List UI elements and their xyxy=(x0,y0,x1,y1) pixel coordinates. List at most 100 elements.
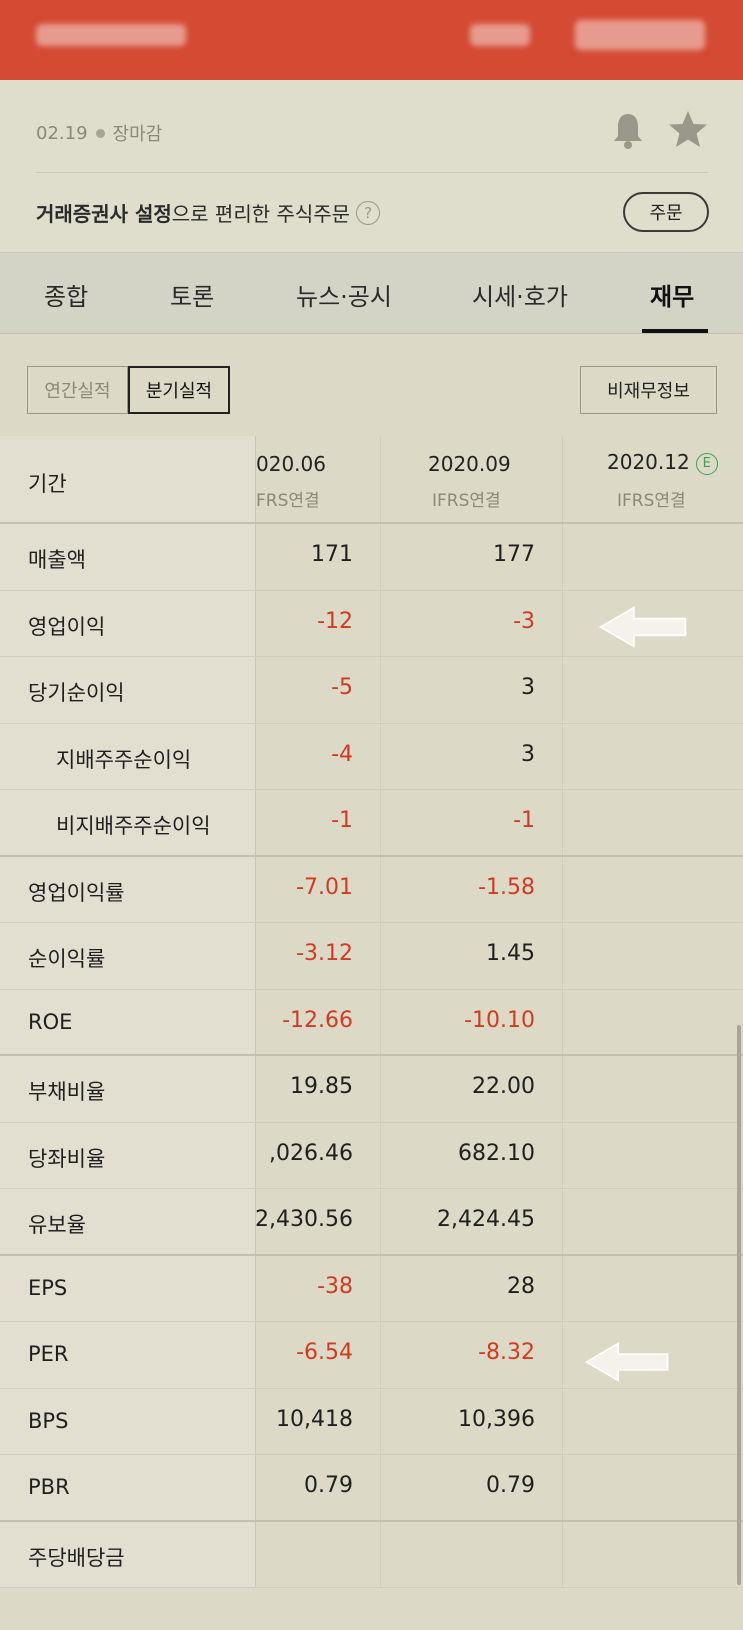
table-row: 비지배주주순이익 -1 -1 xyxy=(0,790,743,857)
top-bar xyxy=(0,0,743,80)
arrow-annotation-icon xyxy=(598,606,687,648)
nonfinancial-info-button[interactable]: 비재무정보 xyxy=(580,366,717,414)
table-row: 지배주주순이익 -4 3 xyxy=(0,723,743,790)
scrollbar[interactable] xyxy=(737,1025,741,1585)
cell-value: -1 xyxy=(513,808,535,833)
column-sub: IFRS연결 xyxy=(617,491,686,511)
row-label: PER xyxy=(28,1342,69,1366)
table-row: 부채비율 19.85 22.00 xyxy=(0,1056,743,1123)
column-date: 020.06 xyxy=(256,452,326,476)
cell-value: -1.58 xyxy=(478,874,535,900)
row-label: 유보율 xyxy=(28,1213,86,1237)
table-header-row: 기간 020.06 FRS연결 2020.09 IFRS연결 2020.12 E … xyxy=(0,436,743,524)
cell-value: -3 xyxy=(513,608,535,634)
table-row: EPS -38 28 xyxy=(0,1255,743,1322)
market-status: 장마감 xyxy=(112,124,163,145)
cell-value: 2,424.45 xyxy=(437,1207,535,1232)
cell-value: -38 xyxy=(317,1273,353,1299)
tab-bar: 종합 토론 뉴스·공시 시세·호가 재무 xyxy=(0,252,743,334)
row-label: 비지배주주순이익 xyxy=(56,814,211,838)
cell-value: -10.10 xyxy=(464,1007,535,1033)
cell-value: -8.32 xyxy=(478,1340,535,1365)
tab-discussion[interactable]: 토론 xyxy=(170,277,214,312)
row-label: 지배주주순이익 xyxy=(56,747,192,772)
broker-setting-strong: 거래증권사 설정 xyxy=(36,202,172,226)
period-label: 기간 xyxy=(28,472,67,496)
table-row: 매출액 171 177 xyxy=(0,524,743,591)
cell-value: -6.54 xyxy=(296,1340,353,1365)
tab-financials[interactable]: 재무 xyxy=(650,277,694,312)
header-divider xyxy=(36,172,708,173)
cell-value: 2,430.56 xyxy=(255,1207,353,1232)
table-row: 당기순이익 -5 3 xyxy=(0,657,743,724)
tab-news[interactable]: 뉴스·공시 xyxy=(296,277,392,312)
row-label: 영업이익률 xyxy=(28,880,125,905)
active-tab-indicator xyxy=(642,329,708,333)
column-date: 2020.12 E xyxy=(607,450,718,475)
table-row: 주당배당금 xyxy=(0,1521,743,1588)
cell-value: -7.01 xyxy=(296,874,353,900)
cell-value: 19.85 xyxy=(290,1074,353,1099)
tab-summary[interactable]: 종합 xyxy=(44,277,88,312)
table-row: ROE -12.66 -10.10 xyxy=(0,989,743,1056)
cell-value: 3 xyxy=(521,675,535,700)
cell-value: 3 xyxy=(521,741,535,767)
cell-value: 28 xyxy=(507,1273,535,1299)
row-label: 매출액 xyxy=(28,548,86,572)
table-row: 당좌비율 ,026.46 682.10 xyxy=(0,1122,743,1189)
broker-setting-text: 으로 편리한 주식주문 xyxy=(171,202,351,226)
cell-value: -1 xyxy=(331,808,353,833)
cell-value: 10,396 xyxy=(458,1406,535,1432)
table-row: 순이익률 -3.12 1.45 xyxy=(0,923,743,990)
tab-quotes[interactable]: 시세·호가 xyxy=(472,277,568,312)
column-sub: FRS연결 xyxy=(256,491,320,511)
help-icon[interactable]: ? xyxy=(356,200,381,225)
row-label: 당좌비율 xyxy=(28,1146,106,1171)
cell-value: 171 xyxy=(311,542,353,567)
table-row: PBR 0.79 0.79 xyxy=(0,1455,743,1522)
row-label: BPS xyxy=(28,1408,69,1433)
status-dot xyxy=(95,128,105,138)
cell-value: 1.45 xyxy=(486,941,535,966)
row-label: 영업이익 xyxy=(28,614,106,639)
cell-value: -5 xyxy=(331,675,353,700)
star-icon[interactable] xyxy=(666,108,710,152)
broker-setting-link[interactable]: 거래증권사 설정 으로 편리한 주식주문 ? xyxy=(36,198,381,227)
blurred-title xyxy=(36,24,186,46)
order-button[interactable]: 주문 xyxy=(623,192,709,232)
row-label: 주당배당금 xyxy=(28,1545,125,1570)
cell-value: 682.10 xyxy=(458,1140,535,1166)
row-label: EPS xyxy=(28,1275,68,1300)
quarterly-results-toggle[interactable]: 분기실적 xyxy=(128,366,230,414)
annual-results-toggle[interactable]: 연간실적 xyxy=(27,366,128,414)
table-row: 유보율 2,430.56 2,424.45 xyxy=(0,1189,743,1256)
cell-value: 10,418 xyxy=(276,1406,353,1432)
table-row: 영업이익률 -7.01 -1.58 xyxy=(0,856,743,923)
row-label: 부채비율 xyxy=(28,1080,106,1104)
cell-value: 22.00 xyxy=(472,1074,535,1099)
cell-value: -4 xyxy=(331,741,353,767)
trade-date: 02.19 xyxy=(36,122,88,144)
blurred-change xyxy=(575,20,705,50)
row-label: ROE xyxy=(28,1009,73,1034)
cell-value: ,026.46 xyxy=(269,1140,353,1166)
arrow-annotation-icon xyxy=(584,1341,669,1383)
row-label: 순이익률 xyxy=(28,947,106,971)
report-toggle-row: 연간실적 분기실적 비재무정보 xyxy=(0,346,743,436)
column-date: 2020.09 xyxy=(428,452,511,476)
cell-value: 0.79 xyxy=(304,1473,353,1498)
blurred-price xyxy=(470,24,530,46)
market-status-line: 02.19 장마감 xyxy=(36,120,162,146)
row-label: 당기순이익 xyxy=(28,681,125,705)
cell-value: 177 xyxy=(493,542,535,567)
cell-value: -3.12 xyxy=(296,941,353,966)
row-label: PBR xyxy=(28,1475,70,1499)
cell-value: -12.66 xyxy=(282,1007,353,1033)
column-sub: IFRS연결 xyxy=(432,491,501,511)
bell-icon[interactable] xyxy=(612,110,644,150)
cell-value: 0.79 xyxy=(486,1473,535,1498)
estimate-badge-icon: E xyxy=(695,452,718,475)
cell-value: -12 xyxy=(317,608,353,634)
table-row: BPS 10,418 10,396 xyxy=(0,1388,743,1455)
stock-header: 02.19 장마감 거래증권사 설정 으로 편리한 주식주문 ? 주문 xyxy=(0,80,743,252)
